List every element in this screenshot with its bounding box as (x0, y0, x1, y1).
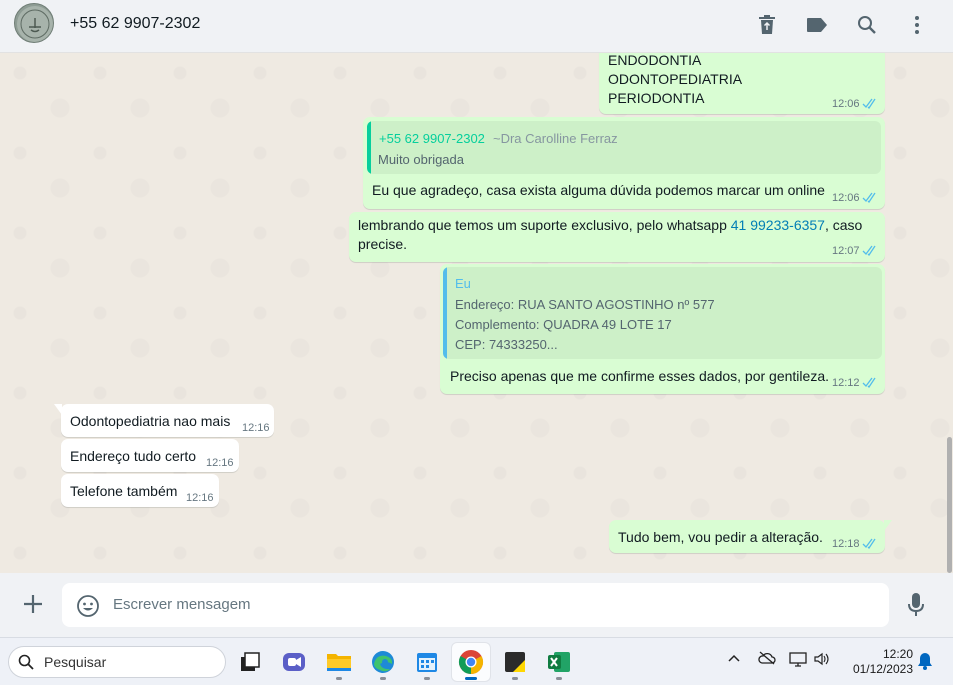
running-indicator (336, 677, 342, 680)
quote-author: Eu (455, 276, 471, 291)
taskbar-search-placeholder: Pesquisar (44, 654, 107, 670)
excel-icon[interactable] (540, 643, 578, 681)
message-text: lembrando que temos um suporte exclusivo… (358, 216, 862, 235)
message-text: Tudo bem, vou pedir a alteração. (618, 529, 823, 545)
quote-text: Complemento: QUADRA 49 LOTE 17 (455, 317, 672, 332)
message-input[interactable]: Escrever mensagem (62, 583, 889, 627)
quote-author: +55 62 9907-2302 (379, 131, 485, 146)
task-view-icon[interactable] (231, 643, 269, 681)
search-icon (18, 654, 34, 670)
bubble-tail (54, 404, 62, 415)
quote-bar (443, 267, 447, 359)
taskbar-search[interactable]: Pesquisar (8, 646, 226, 678)
message-list[interactable]: ENDODONTIA ODONTOPEDIATRIA PERIODONTIA 1… (0, 53, 953, 573)
message-text: PERIODONTIA (608, 90, 705, 106)
chat-scrollbar[interactable] (945, 53, 953, 573)
clock-date: 01/12/2023 (852, 662, 913, 676)
message-text: ODONTOPEDIATRIA (608, 71, 743, 87)
quote-text: Muito obrigada (378, 152, 464, 167)
volume-icon[interactable] (813, 651, 829, 672)
quote-bar (367, 121, 371, 174)
read-ticks-icon (862, 98, 876, 109)
outgoing-message[interactable]: Eu Endereço: RUA SANTO AGOSTINHO nº 577 … (440, 264, 885, 394)
composer: Escrever mensagem (0, 573, 953, 637)
teams-icon[interactable] (275, 643, 313, 681)
label-icon[interactable] (804, 12, 830, 38)
windows-taskbar: Pesquisar 12:20 01/12/2023 (0, 637, 953, 685)
outgoing-message[interactable]: ENDODONTIA ODONTOPEDIATRIA PERIODONTIA 1… (599, 53, 885, 114)
outgoing-message[interactable]: lembrando que temos um suporte exclusivo… (349, 212, 885, 262)
read-ticks-icon (862, 245, 876, 256)
read-ticks-icon (862, 192, 876, 203)
running-indicator (512, 677, 518, 680)
contact-avatar[interactable] (14, 3, 54, 43)
message-time: 12:07 (832, 245, 860, 257)
chrome-icon[interactable] (452, 643, 490, 681)
scrollbar-thumb[interactable] (947, 437, 952, 573)
message-text: Odontopediatria nao mais (70, 413, 231, 429)
running-indicator (380, 677, 386, 680)
sticky-notes-icon[interactable] (496, 643, 534, 681)
incoming-message[interactable]: Telefone também 12:16 (61, 474, 219, 507)
phone-link[interactable]: 41 99233-6357 (731, 217, 825, 233)
running-indicator (465, 677, 477, 680)
message-text: Endereço tudo certo (70, 448, 197, 464)
message-text: Telefone também (70, 483, 178, 499)
delete-icon[interactable] (754, 12, 780, 38)
quote-author-name: ~Dra Carolline Ferraz (493, 131, 618, 146)
running-indicator (424, 677, 430, 680)
message-time: 12:16 (206, 457, 234, 469)
message-text: Eu que agradeço, casa exista alguma dúvi… (372, 182, 825, 198)
chevron-up-icon[interactable] (727, 651, 741, 670)
edge-icon[interactable] (364, 643, 402, 681)
calendar-icon[interactable] (408, 643, 446, 681)
message-time: 12:16 (242, 422, 270, 434)
message-input-placeholder: Escrever mensagem (113, 596, 251, 613)
notification-bell-icon[interactable] (917, 652, 933, 675)
message-time: 12:12 (832, 377, 860, 389)
message-text: ENDODONTIA (608, 53, 702, 68)
file-explorer-icon[interactable] (320, 643, 358, 681)
outgoing-message[interactable]: +55 62 9907-2302 ~Dra Carolline Ferraz M… (363, 117, 885, 209)
message-time: 12:06 (832, 98, 860, 110)
system-clock[interactable]: 12:20 01/12/2023 (853, 647, 913, 677)
network-icon[interactable] (789, 651, 807, 672)
incoming-message[interactable]: Odontopediatria nao mais 12:16 (54, 404, 274, 437)
outgoing-message[interactable]: Tudo bem, vou pedir a alteração. 12:18 (609, 520, 892, 553)
running-indicator (556, 677, 562, 680)
quoted-message[interactable]: Eu Endereço: RUA SANTO AGOSTINHO nº 577 … (443, 267, 882, 359)
message-text: precise. (358, 236, 408, 252)
plus-icon[interactable] (22, 593, 44, 620)
quote-text: CEP: 74333250... (455, 337, 558, 352)
menu-icon[interactable] (904, 12, 930, 38)
search-icon[interactable] (854, 12, 880, 38)
message-time: 12:18 (832, 538, 860, 550)
quote-text: Endereço: RUA SANTO AGOSTINHO nº 577 (455, 297, 715, 312)
quoted-message[interactable]: +55 62 9907-2302 ~Dra Carolline Ferraz M… (367, 121, 881, 174)
chat-header: +55 62 9907-2302 (0, 0, 953, 53)
message-time: 12:06 (832, 192, 860, 204)
clock-time: 12:20 (882, 647, 913, 661)
read-ticks-icon (862, 377, 876, 388)
onedrive-offline-icon[interactable] (758, 651, 776, 670)
message-text-part: , caso (824, 217, 863, 233)
incoming-message[interactable]: Endereço tudo certo 12:16 (61, 439, 239, 472)
read-ticks-icon (862, 538, 876, 549)
bubble-tail (884, 520, 892, 531)
mic-icon[interactable] (907, 592, 925, 623)
message-text: Preciso apenas que me confirme esses dad… (450, 368, 829, 384)
message-time: 12:16 (186, 492, 214, 504)
contact-name[interactable]: +55 62 9907-2302 (70, 15, 200, 33)
emoji-icon[interactable] (76, 594, 100, 623)
message-text-part: lembrando que temos um suporte exclusivo… (358, 217, 731, 233)
